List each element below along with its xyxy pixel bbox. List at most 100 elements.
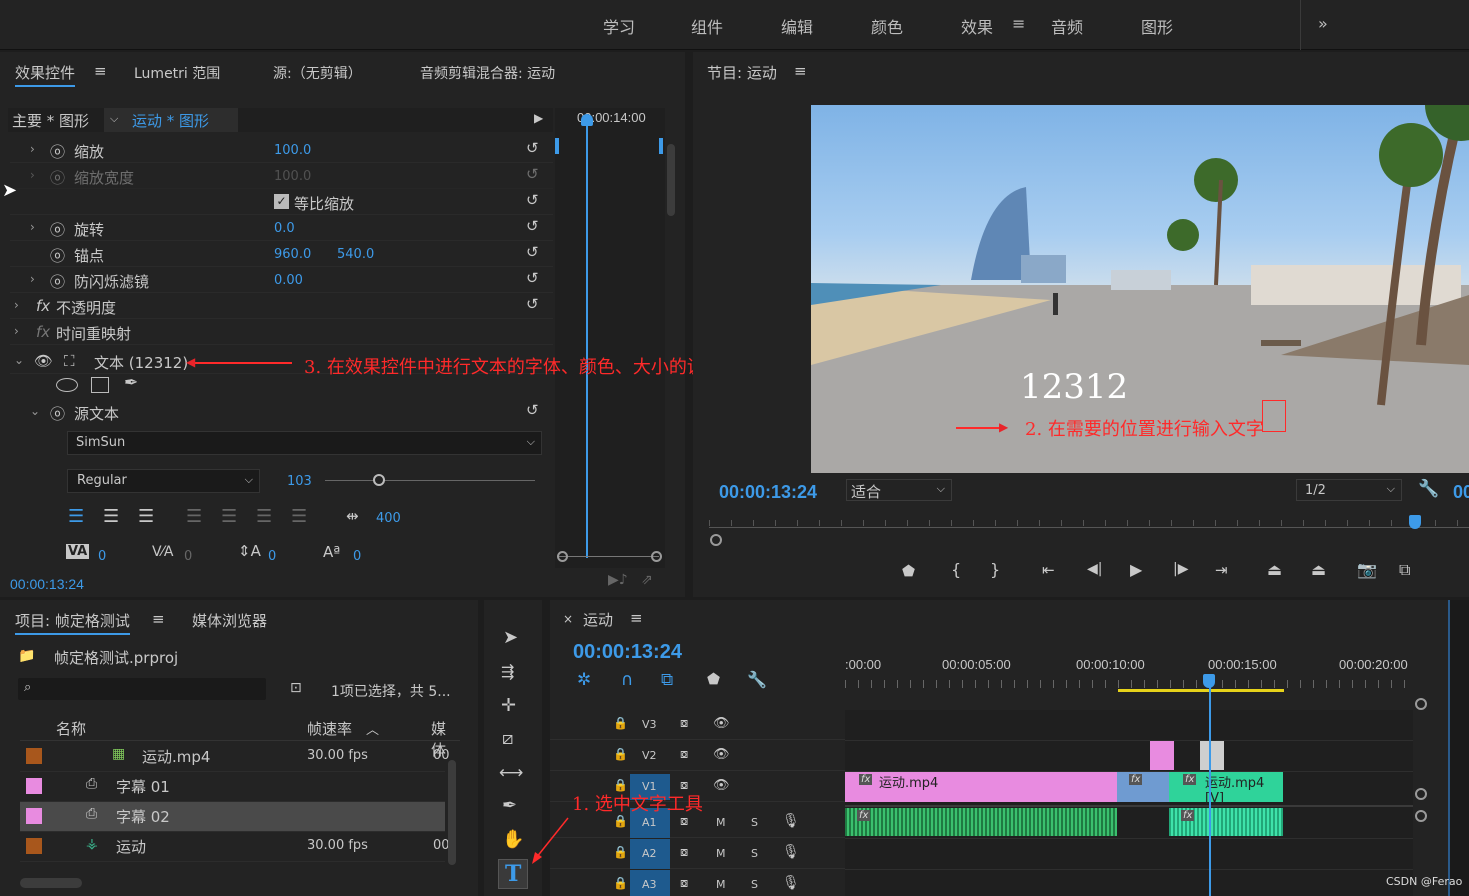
- audio-only-icon[interactable]: ▶♪: [608, 572, 628, 588]
- folder-up-icon[interactable]: 📁: [18, 648, 35, 664]
- baseline-value[interactable]: 0: [353, 549, 361, 564]
- playhead-handle[interactable]: [581, 114, 593, 126]
- ws-assembly[interactable]: 组件: [691, 14, 723, 38]
- tab-project[interactable]: 项目: 帧定格测试: [15, 610, 130, 635]
- selection-tool-icon[interactable]: ➤: [503, 627, 518, 648]
- mic-icon[interactable]: 🎙: [782, 875, 800, 891]
- lock-icon[interactable]: 🔒: [613, 716, 628, 730]
- horizontal-scrollbar[interactable]: [20, 878, 82, 888]
- timeline-playhead-handle[interactable]: [1203, 674, 1215, 688]
- fx-icon[interactable]: fx: [36, 297, 50, 315]
- zoom-handle[interactable]: [710, 534, 722, 546]
- reset-icon[interactable]: ↺: [526, 139, 539, 157]
- mark-out-icon[interactable]: }: [990, 560, 1000, 579]
- mark-in-icon[interactable]: {: [951, 560, 961, 579]
- more-workspaces-icon[interactable]: »: [1318, 14, 1328, 33]
- playhead[interactable]: [586, 118, 588, 558]
- pen-mask-icon[interactable]: ✒: [124, 373, 138, 393]
- reset-icon[interactable]: ↺: [526, 401, 539, 419]
- sync-lock-icon[interactable]: ⧇: [680, 814, 688, 829]
- solo-button[interactable]: S: [751, 847, 758, 860]
- sync-lock-icon[interactable]: ⧇: [680, 747, 688, 762]
- sequence-tab[interactable]: 运动: [583, 609, 613, 630]
- chevron-down-icon[interactable]: ⌄: [14, 353, 24, 367]
- panel-menu-icon[interactable]: ≡: [94, 62, 107, 80]
- resolution-dropdown[interactable]: 1/2 ⌵: [1296, 479, 1402, 501]
- step-forward-icon[interactable]: |▶: [1173, 561, 1188, 577]
- antiflicker-value[interactable]: 0.00: [274, 273, 303, 288]
- font-size-slider-handle[interactable]: [373, 474, 385, 486]
- chevron-right-icon[interactable]: ›: [30, 272, 35, 286]
- program-title[interactable]: 节目: 运动: [707, 62, 777, 83]
- track-select-icon[interactable]: ⇶: [501, 662, 514, 681]
- track-label[interactable]: V3: [642, 718, 657, 731]
- ws-graphics[interactable]: 图形: [1141, 14, 1173, 38]
- rotation-value[interactable]: 0.0: [274, 221, 295, 236]
- video-clip[interactable]: fx 运动.mp4: [845, 772, 1117, 802]
- column-fps[interactable]: 帧速率: [307, 718, 352, 739]
- panel-menu-icon[interactable]: ≡: [630, 609, 643, 627]
- export-icon[interactable]: ⇗: [641, 572, 653, 588]
- ws-edit[interactable]: 编辑: [781, 14, 813, 38]
- chevron-right-icon[interactable]: ›: [14, 324, 19, 338]
- track-label[interactable]: V2: [642, 749, 657, 762]
- font-dropdown[interactable]: SimSun ⌵: [67, 431, 542, 455]
- project-search-input[interactable]: ⌕: [18, 678, 266, 700]
- lock-icon[interactable]: 🔒: [613, 814, 628, 828]
- justify-left-icon[interactable]: ☰: [186, 506, 202, 527]
- solo-button[interactable]: S: [751, 816, 758, 829]
- ellipse-mask-icon[interactable]: [56, 378, 78, 392]
- chevron-right-icon[interactable]: ›: [14, 298, 19, 312]
- stopwatch-icon[interactable]: ⓞ: [50, 403, 65, 424]
- source-patch-a3[interactable]: A3: [630, 870, 670, 896]
- list-item-selected[interactable]: ⎙ 字幕 02: [20, 802, 445, 832]
- work-area-bar[interactable]: [1118, 689, 1284, 692]
- chevron-right-icon[interactable]: ›: [30, 142, 35, 156]
- nest-icon[interactable]: ✲: [577, 670, 591, 690]
- master-clip-label[interactable]: 主要 * 图形: [12, 110, 89, 131]
- linked-selection-icon[interactable]: ⧉: [661, 670, 673, 690]
- label-swatch[interactable]: [26, 778, 42, 794]
- reset-icon[interactable]: ↺: [526, 269, 539, 287]
- sync-lock-icon[interactable]: ⧇: [680, 716, 688, 731]
- pen-tool-icon[interactable]: ✒: [502, 795, 517, 816]
- play-triangle-icon[interactable]: ▶: [534, 111, 543, 125]
- zoom-bar[interactable]: [559, 556, 659, 557]
- chevron-down-icon[interactable]: ⌄: [30, 404, 40, 418]
- video-frame[interactable]: 12312 ▶ 2. 在需要的位置进行输入文字: [811, 105, 1469, 473]
- tab-source[interactable]: 源:（无剪辑）: [273, 63, 362, 83]
- font-size-slider[interactable]: [325, 480, 535, 481]
- wrench-icon[interactable]: 🔧: [747, 670, 767, 689]
- solo-button[interactable]: S: [751, 878, 758, 891]
- title-clip-01[interactable]: [1150, 741, 1174, 770]
- tab-media-browser[interactable]: 媒体浏览器: [192, 610, 267, 631]
- compare-view-icon[interactable]: ⧉: [1399, 560, 1410, 580]
- program-playhead[interactable]: [1409, 515, 1421, 529]
- font-size-value[interactable]: 103: [287, 474, 312, 489]
- type-tool-button[interactable]: T: [498, 859, 528, 889]
- vertical-scrollbar[interactable]: [448, 760, 456, 865]
- mic-icon[interactable]: 🎙: [782, 844, 800, 860]
- eye-icon[interactable]: 👁: [713, 716, 730, 731]
- timeline-playhead[interactable]: [1209, 675, 1211, 896]
- stopwatch-icon[interactable]: ⓞ: [50, 271, 65, 292]
- label-swatch[interactable]: [26, 838, 42, 854]
- program-timecode[interactable]: 00:00:13:24: [719, 482, 817, 503]
- hand-tool-icon[interactable]: ✋: [502, 829, 524, 850]
- panel-menu-icon[interactable]: ≡: [152, 610, 165, 628]
- mute-button[interactable]: M: [716, 847, 726, 860]
- column-name[interactable]: 名称: [56, 718, 86, 739]
- align-center-icon[interactable]: ☰: [103, 506, 119, 527]
- video-text-overlay[interactable]: 12312: [1020, 367, 1128, 407]
- tab-lumetri-scopes[interactable]: Lumetri 范围: [134, 63, 220, 83]
- leading-value[interactable]: 0: [268, 549, 276, 564]
- program-scrub-bar[interactable]: [709, 527, 1469, 528]
- anchor-y-value[interactable]: 540.0: [337, 247, 374, 262]
- reset-icon[interactable]: ↺: [526, 243, 539, 261]
- mute-button[interactable]: M: [716, 878, 726, 891]
- justify-center-icon[interactable]: ☰: [221, 506, 237, 527]
- ws-audio[interactable]: 音频: [1051, 14, 1083, 38]
- camera-icon[interactable]: 📷: [1357, 560, 1377, 579]
- tracking-value[interactable]: 400: [376, 511, 401, 526]
- eye-icon[interactable]: 👁: [34, 352, 53, 370]
